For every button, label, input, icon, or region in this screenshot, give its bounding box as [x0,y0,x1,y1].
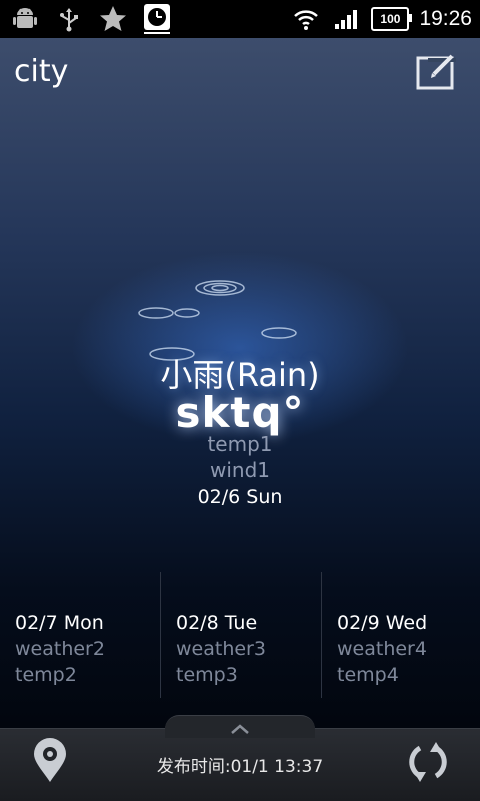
city-name[interactable]: city [14,54,68,89]
forecast-temp: temp3 [176,664,238,686]
usb-icon [54,4,84,34]
battery-icon: 100 [371,7,413,31]
forecast-day: 02/9 Wed weather4 temp4 [337,572,427,698]
weather-panel: city 小雨(Rain) sktq° temp1 wind1 02/6 Sun… [0,38,480,728]
forecast-day: 02/8 Tue weather3 temp3 [176,572,266,698]
wifi-icon [291,4,321,34]
forecast-weather: weather4 [337,638,427,660]
forecast-temp: temp2 [15,664,77,686]
forecast-weather: weather2 [15,638,105,660]
forecast-date: 02/8 Tue [176,612,258,634]
status-bar: 100 19:26 [0,0,480,38]
chevron-up-icon[interactable] [229,721,251,735]
current-temperature: sktq° [175,388,305,437]
refresh-button[interactable] [406,740,450,784]
status-bar-system: 100 19:26 [291,4,472,34]
status-bar-notifications [10,4,172,34]
forecast-temp: temp4 [337,664,399,686]
star-icon [98,4,128,34]
signal-icon [331,4,361,34]
current-wind: wind1 [209,458,270,482]
divider [160,572,161,698]
current-date: 02/6 Sun [197,486,283,508]
forecast-date: 02/9 Wed [337,612,428,634]
divider [321,572,322,698]
current-temp-range: temp1 [207,432,273,456]
forecast-date: 02/7 Mon [15,612,104,634]
clock-widget-icon [142,4,172,34]
android-debug-icon [10,4,40,34]
refresh-icon [406,742,450,788]
status-bar-time: 19:26 [419,7,472,30]
forecast-day: 02/7 Mon weather2 temp2 [15,572,105,698]
edit-city-button[interactable] [416,54,456,90]
forecast-weather: weather3 [176,638,266,660]
forecast-list: 02/7 Mon weather2 temp2 02/8 Tue weather… [0,572,480,698]
edit-icon [416,54,456,94]
